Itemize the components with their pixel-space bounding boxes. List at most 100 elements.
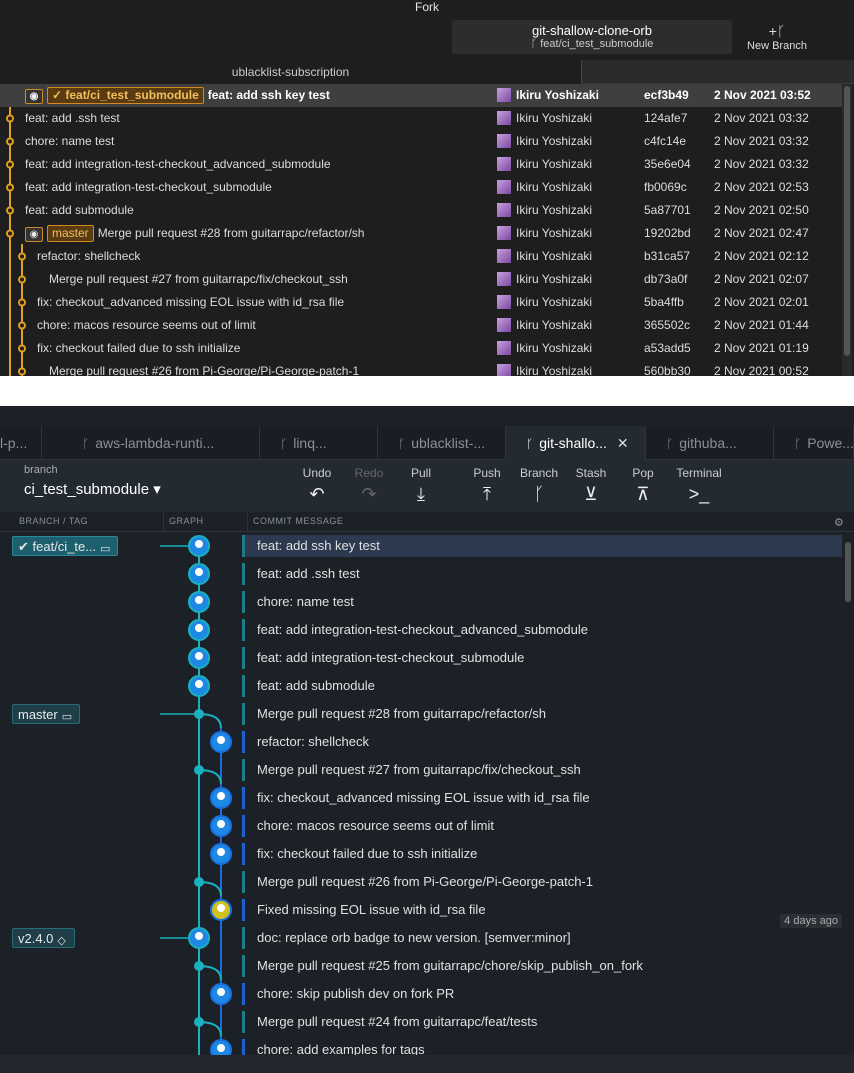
commit-row[interactable]: feat: add integration-test-checkout_adva…	[0, 616, 842, 644]
pull-button[interactable]: Pull ⤓	[396, 466, 446, 506]
commit-row[interactable]: feat: add integration-test-checkout_subm…	[0, 176, 842, 199]
commit-sha: 560bb30	[644, 364, 691, 376]
commit-row[interactable]: fix: checkout failed due to ssh initiali…	[0, 840, 842, 868]
graph-header[interactable]: GRAPH	[169, 516, 204, 526]
commit-row[interactable]: Merge pull request #25 from guitarrapc/c…	[0, 952, 842, 980]
commit-message-cell[interactable]: fix: checkout_advanced missing EOL issue…	[242, 787, 842, 809]
branch-tag-header[interactable]: BRANCH / TAG	[19, 516, 88, 526]
scrollbar[interactable]	[842, 84, 852, 376]
commit-row[interactable]: feat: add integration-test-checkout_subm…	[0, 644, 842, 672]
commit-message-cell[interactable]: fix: checkout failed due to ssh initiali…	[242, 843, 842, 865]
commit-row[interactable]: chore: name test Ikiru Yoshizaki c4fc14e 2 …	[0, 130, 842, 153]
commit-message-cell[interactable]: Fixed missing EOL issue with id_rsa file	[242, 899, 842, 921]
push-button[interactable]: Push ⤒	[462, 466, 512, 506]
column-divider[interactable]	[247, 512, 248, 532]
branch-tag-label[interactable]: master ▭	[12, 704, 80, 724]
commit-row[interactable]: chore: macos resource seems out of limit…	[0, 314, 842, 337]
commit-row[interactable]: refactor: shellcheck Ikiru Yoshizaki b31ca…	[0, 245, 842, 268]
branch-badge[interactable]: master	[47, 225, 94, 242]
commit-message-cell[interactable]: chore: skip publish dev on fork PR	[242, 983, 842, 1005]
commit-row[interactable]: Merge pull request #24 from guitarrapc/f…	[0, 1008, 842, 1036]
commit-message: Merge pull request #26 from Pi-George/Pi…	[257, 874, 593, 889]
author-cell: Ikiru Yoshizaki	[497, 176, 592, 199]
tab-repository[interactable]: l-p...	[0, 426, 42, 460]
commit-message-cell[interactable]: feat: add integration-test-checkout_subm…	[242, 647, 842, 669]
commit-date: 2 Nov 2021 00:52	[714, 364, 809, 376]
commit-row[interactable]: ◉ ✓ feat/ci_test_submodule feat: add ssh k…	[0, 84, 842, 107]
scrollbar-thumb[interactable]	[844, 86, 850, 356]
commit-row[interactable]: feat: add integration-test-checkout_adva…	[0, 153, 842, 176]
commit-row[interactable]: Merge pull request #27 from guitarrapc/f…	[0, 268, 842, 291]
commit-row[interactable]: feat: add .ssh test Ikiru Yoshizaki 124afe…	[0, 107, 842, 130]
new-branch-label: New Branch	[747, 40, 807, 52]
commit-row[interactable]: fix: checkout_advanced missing EOL issue…	[0, 291, 842, 314]
branch-dropdown[interactable]: ci_test_submodule ▾	[24, 480, 161, 498]
commit-row[interactable]: fix: checkout failed due to ssh initiali…	[0, 337, 842, 360]
commit-row[interactable]: refactor: shellcheck	[0, 728, 842, 756]
commit-message-cell[interactable]: Merge pull request #26 from Pi-George/Pi…	[242, 871, 842, 893]
commit-message-cell[interactable]: refactor: shellcheck	[242, 731, 842, 753]
toolbar-label: Push	[473, 466, 501, 480]
repository-branch: ᚴ feat/ci_test_submodule	[530, 38, 654, 50]
pull-icon: ⤓	[417, 484, 425, 504]
commit-message-cell[interactable]: Merge pull request #27 from guitarrapc/f…	[242, 759, 842, 781]
tab-repository[interactable]: ᚴ linq...	[260, 426, 378, 460]
commit-row[interactable]: chore: skip publish dev on fork PR	[0, 980, 842, 1008]
commit-message-cell[interactable]: chore: macos resource seems out of limit	[242, 815, 842, 837]
stash-button[interactable]: Stash ⊻	[566, 466, 616, 506]
commit-message: feat: add ssh key test	[207, 88, 330, 102]
terminal-button[interactable]: Terminal >_	[674, 466, 724, 506]
commit-message-cell[interactable]: feat: add submodule	[242, 675, 842, 697]
commit-row[interactable]: ◉ master Merge pull request #28 from guita…	[0, 222, 842, 245]
scrollbar-thumb[interactable]	[845, 542, 851, 602]
commit-row[interactable]: feat: add submodule	[0, 672, 842, 700]
close-icon[interactable]: ✕	[617, 435, 629, 451]
commit-message-cell[interactable]: feat: add ssh key test	[242, 535, 842, 557]
commit-message-header[interactable]: COMMIT MESSAGE	[253, 516, 343, 526]
commit-row[interactable]: Fixed missing EOL issue with id_rsa file	[0, 896, 842, 924]
commit-date: 2 Nov 2021 02:12	[714, 249, 809, 263]
commit-row[interactable]: feat: add ssh key test ✔ feat/ci_te... ▭	[0, 532, 842, 560]
tab-repository[interactable]: ᚴ git-shallo... ✕	[506, 426, 646, 460]
repository-selector[interactable]: git-shallow-clone-orb ᚴ feat/ci_test_sub…	[452, 20, 732, 54]
tab-repository[interactable]: ᚴ githuba...	[646, 426, 774, 460]
commit-row[interactable]: Merge pull request #27 from guitarrapc/f…	[0, 756, 842, 784]
pop-button[interactable]: Pop ⊼	[618, 466, 668, 506]
author-cell: Ikiru Yoshizaki	[497, 199, 592, 222]
scrollbar[interactable]	[843, 532, 853, 1062]
branch-badge[interactable]: ✓ feat/ci_test_submodule	[47, 87, 204, 104]
commit-row[interactable]: fix: checkout_advanced missing EOL issue…	[0, 784, 842, 812]
tab-repository[interactable]: ᚴ aws-lambda-runti...	[62, 426, 260, 460]
commit-message-cell[interactable]: Merge pull request #25 from guitarrapc/c…	[242, 955, 842, 977]
commit-message-cell[interactable]: feat: add integration-test-checkout_adva…	[242, 619, 842, 641]
branch-button[interactable]: Branch ᚴ	[514, 466, 564, 506]
branch-tag-name: ✔ feat/ci_te...	[18, 539, 97, 554]
tab-repository[interactable]: ᚴ Powe...	[774, 426, 854, 460]
commit-row[interactable]: doc: replace orb badge to new version. […	[0, 924, 842, 952]
commit-message-cell[interactable]: chore: name test	[242, 591, 842, 613]
commit-row[interactable]: Merge pull request #26 from Pi-George/Pi…	[0, 360, 842, 376]
commit-row[interactable]: feat: add .ssh test	[0, 560, 842, 588]
commit-row[interactable]: Merge pull request #28 from guitarrapc/r…	[0, 700, 842, 728]
gear-icon[interactable]: ⚙	[834, 516, 844, 529]
redo-button[interactable]: Redo ↷	[344, 466, 394, 506]
commit-sha: c4fc14e	[644, 134, 687, 148]
commit-message-cell[interactable]: Merge pull request #24 from guitarrapc/f…	[242, 1011, 842, 1033]
tab-repository[interactable]: ᚴ ublacklist-...	[378, 426, 506, 460]
commit-row[interactable]: feat: add submodule Ikiru Yoshizaki 5a8770…	[0, 199, 842, 222]
commit-row[interactable]: Merge pull request #26 from Pi-George/Pi…	[0, 868, 842, 896]
commit-row[interactable]: chore: name test	[0, 588, 842, 616]
branch-caption: branch	[24, 464, 58, 476]
undo-button[interactable]: Undo ↶	[292, 466, 342, 506]
commit-message-cell[interactable]: Merge pull request #28 from guitarrapc/r…	[242, 703, 842, 725]
commit-list: feat: add ssh key test ✔ feat/ci_te... ▭ fe…	[0, 532, 842, 1064]
branch-tag-label[interactable]: v2.4.0 ◇	[12, 928, 76, 948]
new-branch-button[interactable]: +ᚴ New Branch	[740, 22, 814, 52]
column-divider[interactable]	[163, 512, 164, 532]
commit-message-cell[interactable]: feat: add .ssh test	[242, 563, 842, 585]
commit-message: feat: add .ssh test	[257, 566, 360, 581]
branch-tag-label[interactable]: ✔ feat/ci_te... ▭	[12, 536, 119, 556]
commit-row[interactable]: chore: macos resource seems out of limit	[0, 812, 842, 840]
tab-repository[interactable]: ublacklist-subscription	[0, 60, 582, 84]
commit-message-cell[interactable]: doc: replace orb badge to new version. […	[242, 927, 842, 949]
